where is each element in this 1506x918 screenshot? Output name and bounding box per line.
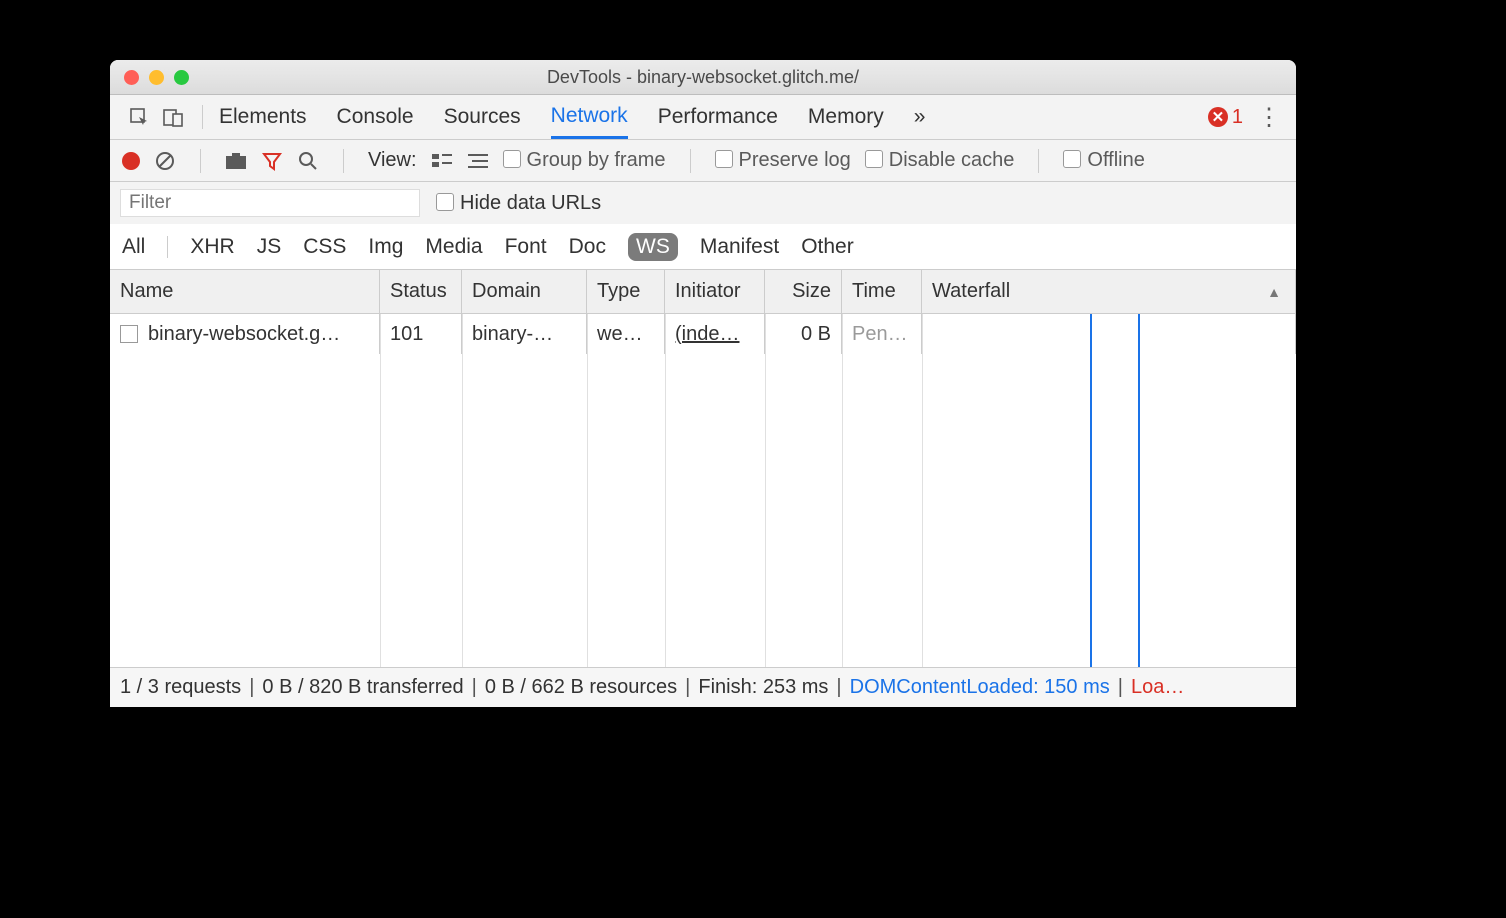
tab-memory[interactable]: Memory	[808, 95, 884, 139]
hide-data-urls-checkbox[interactable]: Hide data URLs	[436, 192, 601, 215]
cell-domain: binary-…	[462, 314, 587, 354]
footer-dcl: DOMContentLoaded: 150 ms	[850, 676, 1110, 699]
col-initiator[interactable]: Initiator	[665, 270, 765, 313]
cell-type: we…	[587, 314, 665, 354]
titlebar: DevTools - binary-websocket.glitch.me/	[110, 60, 1296, 95]
chip-media[interactable]: Media	[425, 235, 482, 259]
tab-network[interactable]: Network	[551, 95, 628, 139]
chip-js[interactable]: JS	[257, 235, 282, 259]
col-name[interactable]: Name	[110, 270, 380, 313]
tabs-overflow[interactable]: »	[914, 95, 926, 139]
table-row[interactable]: binary-websocket.g… 101 binary-… we… (in…	[110, 314, 1296, 354]
offline-checkbox[interactable]: Offline	[1063, 149, 1144, 172]
error-count: 1	[1232, 106, 1243, 129]
requests-grid: Name Status Domain Type Initiator Size T…	[110, 270, 1296, 667]
cell-status: 101	[380, 314, 462, 354]
error-badge[interactable]: ✕ 1	[1208, 106, 1243, 129]
chip-css[interactable]: CSS	[303, 235, 346, 259]
inspect-element-icon[interactable]	[128, 107, 150, 127]
preserve-log-checkbox[interactable]: Preserve log	[715, 149, 851, 172]
chip-other[interactable]: Other	[801, 235, 854, 259]
dcl-marker	[1090, 314, 1092, 667]
tab-console[interactable]: Console	[337, 95, 414, 139]
cell-waterfall	[922, 314, 1296, 354]
clear-icon[interactable]	[154, 151, 176, 171]
cell-size: 0 B	[765, 314, 842, 354]
chip-all[interactable]: All	[122, 235, 145, 259]
cell-time: Pen…	[842, 314, 922, 354]
cell-initiator[interactable]: (inde…	[675, 323, 739, 346]
footer-load: Loa…	[1131, 676, 1184, 699]
filter-icon[interactable]	[261, 151, 283, 171]
search-icon[interactable]	[297, 151, 319, 171]
view-label: View:	[368, 149, 417, 172]
chip-font[interactable]: Font	[505, 235, 547, 259]
filter-input[interactable]	[120, 189, 420, 217]
view-small-icon[interactable]	[467, 153, 489, 169]
type-filter-chips: All XHR JS CSS Img Media Font Doc WS Man…	[110, 224, 1296, 270]
chip-xhr[interactable]: XHR	[190, 235, 234, 259]
screenshot-icon[interactable]	[225, 152, 247, 170]
window-title: DevTools - binary-websocket.glitch.me/	[110, 67, 1296, 88]
separator	[1038, 149, 1039, 173]
record-icon[interactable]	[122, 152, 140, 170]
footer-transferred: 0 B / 820 B transferred	[262, 676, 463, 699]
col-size[interactable]: Size	[765, 270, 842, 313]
col-status[interactable]: Status	[380, 270, 462, 313]
load-marker	[1138, 314, 1140, 667]
col-waterfall[interactable]: Waterfall ▲	[922, 270, 1296, 313]
cell-name: binary-websocket.g…	[148, 323, 340, 346]
col-time[interactable]: Time	[842, 270, 922, 313]
view-large-icon[interactable]	[431, 153, 453, 169]
grid-header: Name Status Domain Type Initiator Size T…	[110, 270, 1296, 314]
chip-ws[interactable]: WS	[628, 233, 678, 261]
file-icon	[120, 325, 138, 343]
footer-requests: 1 / 3 requests	[120, 676, 241, 699]
group-by-frame-checkbox[interactable]: Group by frame	[503, 149, 666, 172]
chip-doc[interactable]: Doc	[569, 235, 606, 259]
devtools-window: DevTools - binary-websocket.glitch.me/ E…	[110, 60, 1296, 707]
tab-performance[interactable]: Performance	[658, 95, 778, 139]
separator	[690, 149, 691, 173]
status-footer: 1 / 3 requests| 0 B / 820 B transferred|…	[110, 667, 1296, 707]
separator	[200, 149, 201, 173]
network-toolbar: View: Group by frame Preserve log Disabl…	[110, 140, 1296, 182]
more-menu-icon[interactable]: ⋮	[1257, 103, 1280, 132]
separator	[202, 105, 203, 129]
separator	[343, 149, 344, 173]
chip-manifest[interactable]: Manifest	[700, 235, 779, 259]
col-domain[interactable]: Domain	[462, 270, 587, 313]
tab-sources[interactable]: Sources	[444, 95, 521, 139]
grid-body: binary-websocket.g… 101 binary-… we… (in…	[110, 314, 1296, 667]
disable-cache-checkbox[interactable]: Disable cache	[865, 149, 1015, 172]
chip-img[interactable]: Img	[368, 235, 403, 259]
footer-resources: 0 B / 662 B resources	[485, 676, 677, 699]
error-icon: ✕	[1208, 107, 1228, 127]
device-toolbar-icon[interactable]	[162, 107, 184, 127]
sort-asc-icon: ▲	[1267, 284, 1281, 300]
filter-bar: Hide data URLs	[110, 182, 1296, 224]
tab-elements[interactable]: Elements	[219, 95, 307, 139]
footer-finish: Finish: 253 ms	[698, 676, 828, 699]
col-type[interactable]: Type	[587, 270, 665, 313]
main-tabs: Elements Console Sources Network Perform…	[110, 95, 1296, 140]
